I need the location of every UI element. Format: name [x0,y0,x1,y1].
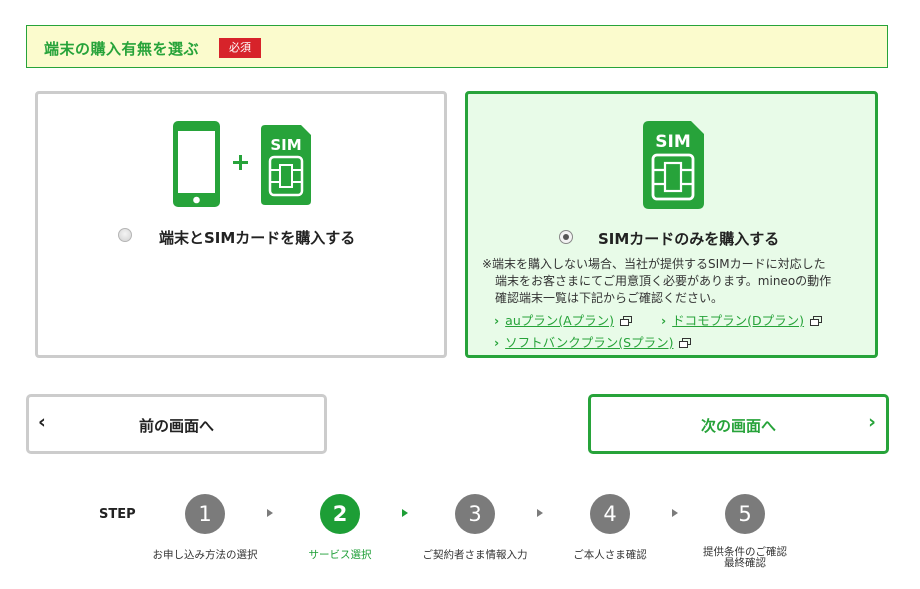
external-window-icon [679,338,692,348]
chevron-right-icon: › [494,313,500,328]
step-arrow-icon [402,509,408,517]
step-label: STEP [99,507,136,522]
svg-text:SIM: SIM [270,136,301,154]
option-device-and-sim-card[interactable]: SIM 端末とSIMカードを購入する [35,91,447,358]
sim-card-icon: SIM [643,121,704,209]
step-1-text: お申し込み方法の選択 [152,549,258,561]
option-label: SIMカードのみを購入する [598,230,780,248]
section-title: 端末の購入有無を選ぶ [44,40,200,58]
step-arrow-icon [267,509,273,517]
external-window-icon [810,316,823,326]
smartphone-icon [173,121,220,207]
step-5-text: 提供条件のご確認 最終確認 [703,546,787,569]
option-label: 端末とSIMカードを購入する [159,229,356,247]
sim-only-note: ※端末を購入しない場合、当社が提供するSIMカードに対応した 端末をお客さまにて… [482,256,862,307]
step-4-text: ご本人さま確認 [573,549,647,561]
previous-button-label: 前の画面へ [138,417,214,435]
step-3-text: ご契約者さま情報入力 [422,549,528,561]
previous-screen-button[interactable]: ‹ 前の画面へ [26,394,327,454]
sim-card-icon: SIM [261,125,311,205]
next-button-label: 次の画面へ [700,417,776,435]
step-arrow-icon [672,509,678,517]
step-4-circle: 4 [590,494,630,534]
link-au-plan[interactable]: › auプラン(Aプラン) [494,310,633,329]
note-line: 確認端末一覧は下記からご確認ください。 [495,291,724,305]
external-window-icon [620,316,633,326]
link-docomo-plan[interactable]: › ドコモプラン(Dプラン) [661,310,823,329]
link-softbank-plan[interactable]: › ソフトバンクプラン(Sプラン) [494,332,692,351]
step-2-text: サービス選択 [308,549,372,561]
chevron-right-icon: › [494,335,500,350]
chevron-right-icon: › [661,313,667,328]
step-3-circle: 3 [455,494,495,534]
step-5-circle: 5 [725,494,765,534]
radio-sim-only[interactable] [559,230,573,244]
plus-icon [233,155,248,170]
radio-device-and-sim[interactable] [118,228,132,242]
note-line: 端末をお客さまにてご用意頂く必要があります。mineoの動作 [495,274,832,288]
step-arrow-icon [537,509,543,517]
required-badge: 必須 [219,38,261,58]
device-and-sim-illustration: SIM [173,121,311,207]
step-2-circle: 2 [320,494,360,534]
next-screen-button[interactable]: 次の画面へ › [588,394,889,454]
option-sim-card-only[interactable]: SIM SIMカードのみを購入する ※端末を購入しない場合、当社が提供するSIM… [465,91,878,358]
svg-text:SIM: SIM [655,132,691,152]
chevron-right-icon: › [868,411,876,433]
step-1-circle: 1 [185,494,225,534]
section-header: 端末の購入有無を選ぶ 必須 [26,25,888,68]
note-line: ※端末を購入しない場合、当社が提供するSIMカードに対応した [482,257,826,271]
